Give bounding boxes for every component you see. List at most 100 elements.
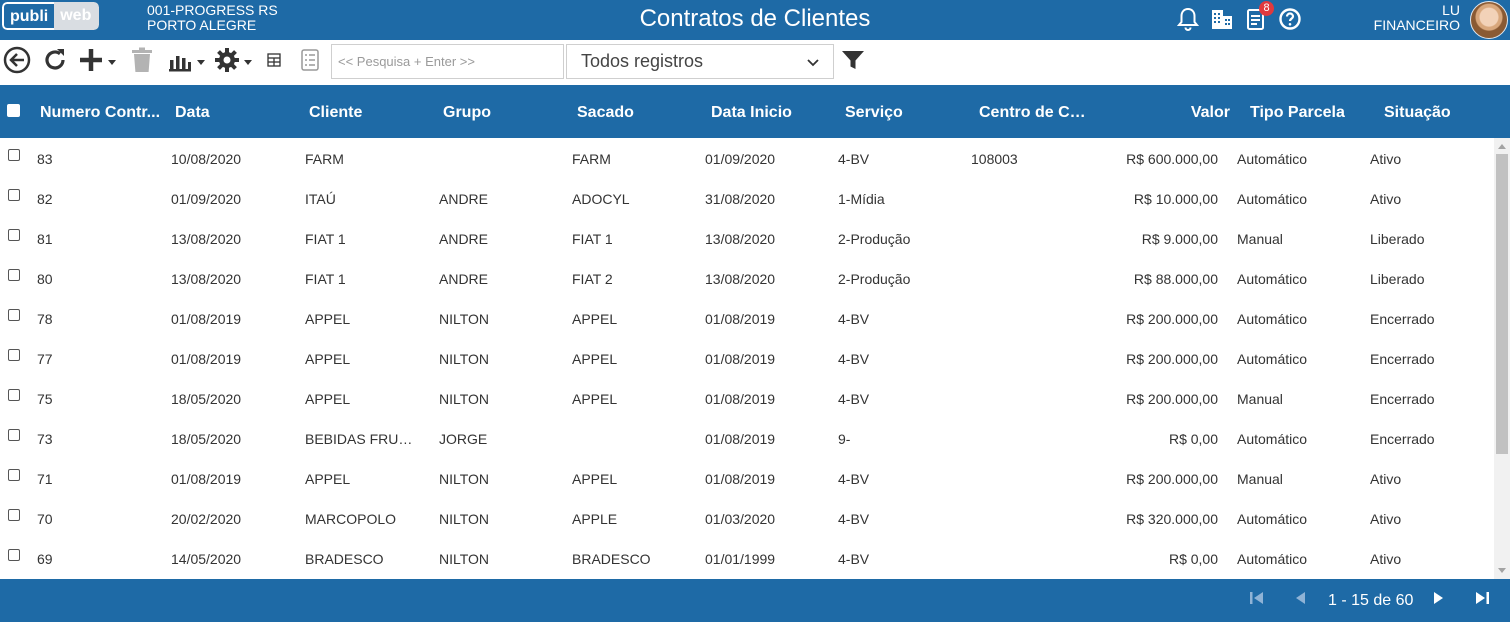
column-header-data[interactable]: Data [175,104,275,122]
cell-data: 18/05/2020 [171,391,242,407]
chart-icon [167,47,193,78]
cell-data: 01/08/2019 [171,311,242,327]
table-row[interactable]: 75 18/05/2020 APPEL NILTON APPEL 01/08/2019 4-… [0,378,1494,418]
table-row[interactable]: 82 01/09/2020 ITAÚ ANDRE ADOCYL 31/08/2020 1-M… [0,178,1494,218]
cell-data-inicio: 01/09/2020 [705,151,776,167]
row-checkbox[interactable] [8,309,20,321]
cell-numero: 82 [37,191,53,207]
column-header-situacao[interactable]: Situação [1384,104,1494,122]
bell-icon[interactable] [1176,6,1200,32]
row-checkbox[interactable] [8,389,20,401]
last-page-button[interactable] [1473,591,1491,609]
scroll-down-arrow-icon[interactable] [1498,568,1506,573]
back-button[interactable] [3,46,31,79]
column-header-centro-custo[interactable]: Centro de Cus... [979,104,1094,122]
row-checkbox[interactable] [8,189,20,201]
top-header: publi web 001-PROGRESS RS PORTO ALEGRE C… [0,0,1510,40]
column-header-grupo[interactable]: Grupo [443,104,553,122]
cell-tipo-parcela: Manual [1237,391,1283,407]
cell-tipo-parcela: Automático [1237,551,1308,567]
settings-button[interactable] [214,47,252,76]
logo-part-web: web [54,2,100,30]
refresh-button[interactable] [41,48,69,76]
table-row[interactable]: 81 13/08/2020 FIAT 1 ANDRE FIAT 1 13/08/2020 2… [0,218,1494,258]
first-page-button[interactable] [1248,591,1266,609]
cell-tipo-parcela: Automático [1237,151,1308,167]
grid-icon [267,52,281,72]
building-icon[interactable] [1210,6,1234,32]
row-checkbox[interactable] [8,549,20,561]
cell-tipo-parcela: Automático [1237,511,1308,527]
column-header-data-inicio[interactable]: Data Inicio [711,104,821,122]
cell-data-inicio: 01/08/2019 [705,351,776,367]
row-checkbox[interactable] [8,269,20,281]
column-header-cliente[interactable]: Cliente [309,104,419,122]
cell-grupo: NILTON [439,511,490,527]
cell-numero: 73 [37,431,53,447]
publiweb-logo[interactable]: publi web [2,2,100,30]
table-row[interactable]: 77 01/08/2019 APPEL NILTON APPEL 01/08/2019 4-… [0,338,1494,378]
table-row[interactable]: 80 13/08/2020 FIAT 1 ANDRE FIAT 2 13/08/2020 2… [0,258,1494,298]
cell-cliente: ITAÚ [305,191,336,207]
grid-view-button[interactable] [267,48,281,76]
vertical-scrollbar[interactable] [1494,138,1510,579]
table-row[interactable]: 70 20/02/2020 MARCOPOLO NILTON APPLE 01/03/20… [0,498,1494,538]
trash-icon [131,47,153,78]
avatar[interactable] [1470,1,1508,39]
report-button[interactable] [167,48,205,76]
table-row[interactable]: 83 10/08/2020 FARM FARM 01/09/2020 4-BV 108003… [0,138,1494,178]
cell-servico: 4-BV [838,351,870,367]
cell-situacao: Encerrado [1370,431,1435,447]
previous-page-button[interactable] [1291,591,1309,609]
cell-cliente: BEBIDAS FRUKI ... [305,431,417,447]
scroll-thumb[interactable] [1496,154,1508,454]
cell-valor: R$ 10.000,00 [1133,191,1218,207]
records-filter-select[interactable]: Todos registros [566,44,834,79]
cell-grupo: NILTON [439,311,490,327]
list-view-button[interactable] [301,48,319,76]
cell-data-inicio: 01/08/2019 [705,391,776,407]
column-header-tipo-parcela[interactable]: Tipo Parcela [1250,104,1365,122]
delete-button[interactable] [131,47,153,78]
filter-button[interactable] [841,48,865,76]
cell-situacao: Ativo [1370,151,1402,167]
column-header-valor[interactable]: Valor [1130,104,1230,122]
cell-servico: 2-Produção [838,271,911,287]
column-header-servico[interactable]: Serviço [845,104,955,122]
search-input[interactable] [331,44,564,79]
column-header-numero[interactable]: Numero Contr... [40,104,160,122]
scroll-up-arrow-icon[interactable] [1498,144,1506,149]
cell-situacao: Encerrado [1370,351,1435,367]
pager-bar: 1 - 15 de 60 [0,579,1510,622]
cell-cliente: MARCOPOLO [305,511,397,527]
row-checkbox[interactable] [8,429,20,441]
user-info[interactable]: LU FINANCEIRO [1374,3,1460,33]
row-checkbox[interactable] [8,349,20,361]
row-checkbox[interactable] [8,229,20,241]
cell-data: 10/08/2020 [171,151,242,167]
help-icon[interactable] [1278,6,1302,32]
table-row[interactable]: 78 01/08/2019 APPEL NILTON APPEL 01/08/2019 4-… [0,298,1494,338]
add-button[interactable] [78,48,116,76]
row-checkbox[interactable] [8,469,20,481]
table-row[interactable]: 73 18/05/2020 BEBIDAS FRUKI ... JORGE 01/08/… [0,418,1494,458]
document-icon[interactable]: 8 [1244,1,1274,32]
table-row[interactable]: 71 01/08/2019 APPEL NILTON APPEL 01/08/2019 4-… [0,458,1494,498]
next-page-button[interactable] [1430,591,1448,609]
column-header-sacado[interactable]: Sacado [577,104,687,122]
cell-data: 13/08/2020 [171,231,242,247]
table-row[interactable]: 69 14/05/2020 BRADESCO NILTON BRADESCO 01/01/… [0,538,1494,578]
cell-numero: 81 [37,231,53,247]
back-icon [3,46,31,79]
row-checkbox[interactable] [8,149,20,161]
cell-situacao: Ativo [1370,551,1402,567]
company-info[interactable]: 001-PROGRESS RS PORTO ALEGRE [147,3,278,33]
cell-valor: R$ 600.000,00 [1126,151,1218,167]
cell-valor: R$ 9.000,00 [1141,231,1218,247]
select-all-checkbox[interactable] [7,104,20,117]
cell-valor: R$ 200.000,00 [1126,471,1218,487]
cell-cliente: APPEL [305,351,351,367]
cell-data: 18/05/2020 [171,431,242,447]
row-checkbox[interactable] [8,509,20,521]
company-name: 001-PROGRESS RS [147,2,278,18]
